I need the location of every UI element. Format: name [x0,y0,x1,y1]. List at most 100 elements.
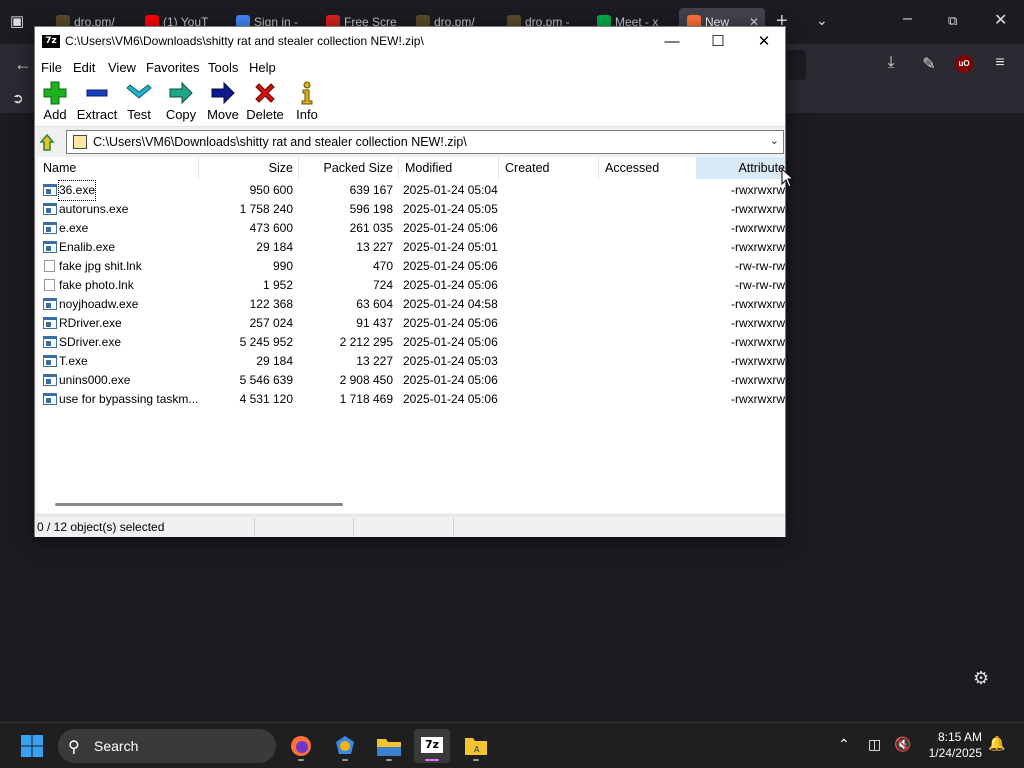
menu-tools[interactable]: Tools [208,60,238,75]
maximize-button[interactable]: ☐ [695,27,741,57]
menu-edit[interactable]: Edit [73,60,95,75]
file-modified: 2025-01-24 05:03 [403,354,498,368]
chevron-up-icon[interactable]: ⌃ [838,736,850,753]
executable-file-icon [43,222,57,234]
file-row[interactable]: noyjhoadw.exe 122 368 63 604 2025-01-24 04:… [37,295,785,314]
address-path: C:\Users\VM6\Downloads\shitty rat and st… [93,135,467,149]
file-size: 5 245 952 [239,335,293,349]
file-row[interactable]: fake photo.lnk 1 952 724 2025-01-24 05:06 -r… [37,276,785,295]
move-button[interactable]: Move [201,81,245,125]
add-button[interactable]: Add [33,81,77,125]
column-accessed[interactable]: Accessed [599,157,697,179]
running-indicator [298,759,304,761]
file-size: 257 024 [249,316,293,330]
7zip-app-icon: 7z [42,35,60,48]
windows-start-icon[interactable] [20,734,44,758]
tab-overview-icon[interactable]: ▣ [10,12,30,32]
column-size[interactable]: Size [199,157,299,179]
extract-button[interactable]: Extract [75,81,119,125]
extensions-icon[interactable]: ✎ [918,54,940,76]
up-folder-button[interactable] [38,132,60,154]
close-button[interactable]: ✕ [741,27,787,57]
executable-file-icon [43,184,57,196]
toolbar: Add Extract Test Copy Move Delete Info [35,77,785,127]
file-row[interactable]: autoruns.exe 1 758 240 596 198 2025-01-24 0… [37,200,785,219]
back-arrow-icon[interactable]: ← [14,54,32,75]
minimize-button[interactable]: — [649,27,695,57]
file-size: 5 546 639 [239,373,293,387]
file-attributes: -rwxrwxrw [731,335,785,349]
address-bar[interactable]: C:\Users\VM6\Downloads\shitty rat and st… [66,130,784,154]
close-icon[interactable]: ✕ [994,10,1007,30]
file-modified: 2025-01-24 05:06 [403,316,498,330]
file-name: T.exe [59,354,88,368]
delete-button[interactable]: Delete [243,81,287,125]
menu-help[interactable]: Help [249,60,276,75]
folder-app-taskbar-button[interactable]: A [458,729,494,763]
scrollbar-thumb[interactable] [55,503,343,506]
file-size: 1 758 240 [239,202,293,216]
file-name: autoruns.exe [59,202,129,216]
info-button[interactable]: Info [285,81,329,125]
file-size: 4 531 120 [239,392,293,406]
test-button[interactable]: Test [117,81,161,125]
minus-icon [86,89,108,97]
executable-file-icon [43,298,57,310]
column-packed-size[interactable]: Packed Size [299,157,399,179]
status-divider [254,518,255,536]
file-attributes: -rwxrwxrw [731,392,785,406]
file-attributes: -rwxrwxrw [731,316,785,330]
file-row[interactable]: Enalib.exe 29 184 13 227 2025-01-24 05:01 -r… [37,238,785,257]
network-icon[interactable]: ◫ [868,736,881,753]
file-row[interactable]: T.exe 29 184 13 227 2025-01-24 05:03 -rwxrwx… [37,352,785,371]
menu-favorites[interactable]: Favorites [146,60,199,75]
menu-file[interactable]: File [41,60,62,75]
file-row[interactable]: RDriver.exe 257 024 91 437 2025-01-24 05:06… [37,314,785,333]
title-bar[interactable]: 7z C:\Users\VM6\Downloads\shitty rat and… [35,27,785,57]
clock-date: 1/24/2025 [928,746,982,760]
ublock-icon[interactable]: uO [955,55,973,73]
notification-bell-icon[interactable]: 🔔 [988,735,1005,752]
file-row[interactable]: unins000.exe 5 546 639 2 908 450 2025-01-24… [37,371,785,390]
file-attributes: -rwxrwxrw [731,183,785,197]
file-row[interactable]: use for bypassing taskm... 4 531 120 1 718… [37,390,785,409]
chrome-taskbar-button[interactable] [327,729,363,763]
file-attributes: -rw-rw-rw [735,259,785,273]
volume-muted-icon[interactable]: 🔇 [894,736,911,753]
download-icon[interactable]: ⤓ [880,54,902,76]
file-row[interactable]: SDriver.exe 5 245 952 2 212 295 2025-01-24 … [37,333,785,352]
executable-file-icon [43,393,57,405]
file-explorer-taskbar-button[interactable] [371,729,407,763]
taskbar-search[interactable]: ⚲ Search [58,729,276,763]
7zip-taskbar-button[interactable]: 7z [414,729,450,763]
extract-label: Extract [76,107,118,122]
file-attributes: -rwxrwxrw [731,240,785,254]
file-row[interactable]: fake jpg shit.lnk 990 470 2025-01-24 05:06 -… [37,257,785,276]
file-row[interactable]: e.exe 473 600 261 035 2025-01-24 05:06 -rwxr… [37,219,785,238]
menu-bar: File Edit View Favorites Tools Help [35,57,785,77]
column-modified[interactable]: Modified [399,157,499,179]
file-row[interactable]: 36.exe 950 600 639 167 2025-01-24 05:04 -rwx… [37,180,785,201]
chevron-down-icon[interactable]: ⌄ [816,12,828,29]
minimize-icon[interactable]: – [903,10,912,28]
system-clock[interactable]: 8:15 AM 1/24/2025 [922,729,982,761]
file-modified: 2025-01-24 05:06 [403,335,498,349]
hamburger-menu-icon[interactable]: ≡ [989,54,1011,76]
sign-in-icon[interactable]: ➲ [12,90,24,107]
executable-file-icon [43,241,57,253]
column-created[interactable]: Created [499,157,599,179]
firefox-taskbar-button[interactable] [283,729,319,763]
gear-icon[interactable]: ⚙ [973,668,989,689]
file-size: 29 184 [256,354,293,368]
chevron-down-icon[interactable]: ⌄ [770,134,779,147]
column-name[interactable]: Name [37,157,199,179]
copy-button[interactable]: Copy [159,81,203,125]
shortcut-file-icon [44,279,55,291]
horizontal-scrollbar[interactable] [37,499,785,513]
executable-file-icon [43,355,57,367]
column-attributes[interactable]: Attribute [697,157,785,179]
file-name: 36.exe [57,180,97,201]
restore-icon[interactable]: ⧉ [948,13,957,29]
file-name: SDriver.exe [59,335,122,349]
menu-view[interactable]: View [108,60,136,75]
